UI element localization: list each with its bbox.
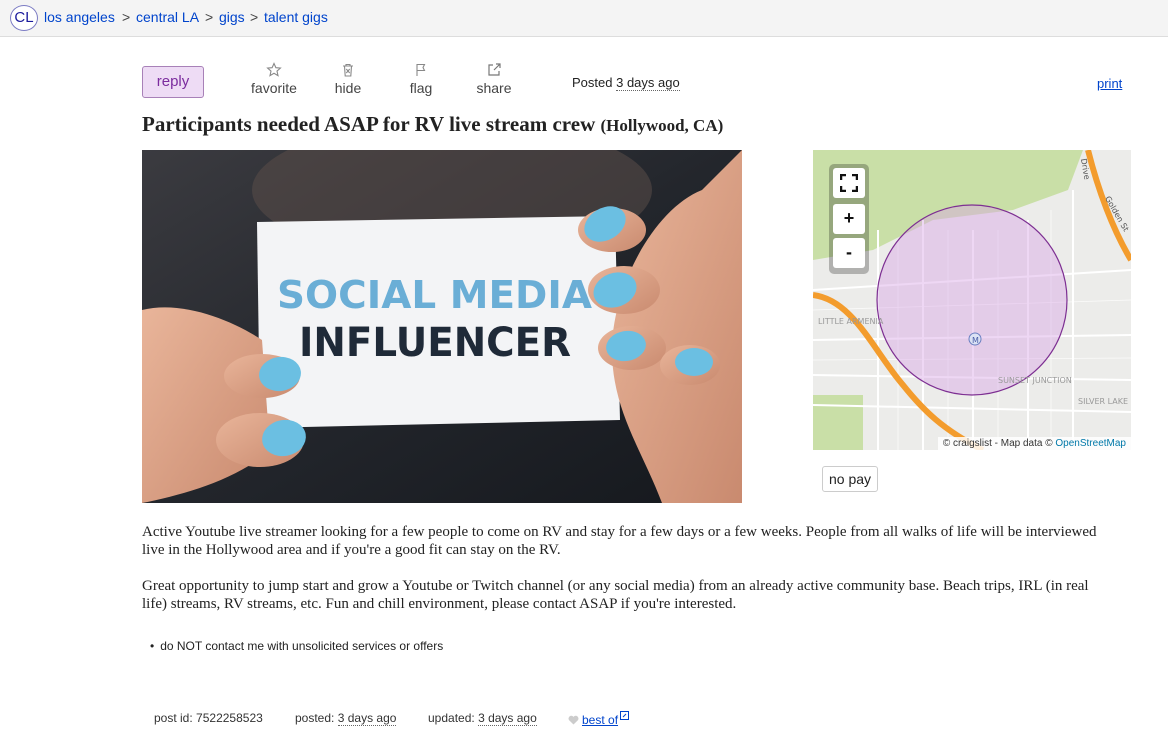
share-icon xyxy=(488,63,501,76)
map-attribution: © craigslist - Map data © OpenStreetMap xyxy=(937,437,1131,450)
fullscreen-button[interactable] xyxy=(833,168,865,198)
footer-posted: posted: 3 days ago xyxy=(295,711,397,726)
flag-icon xyxy=(416,63,426,76)
breadcrumb-separator: > xyxy=(250,9,259,25)
heart-icon xyxy=(568,715,579,725)
notice-text: do NOT contact me with unsolicited servi… xyxy=(160,639,444,653)
breadcrumb-talent-gigs[interactable]: talent gigs xyxy=(264,9,328,25)
share-button[interactable]: share xyxy=(464,62,524,96)
card-text-line-2: INFLUENCER xyxy=(299,320,571,366)
post-location: (Hollywood, CA) xyxy=(600,116,724,135)
card-text-line-1: SOCIAL MEDIA xyxy=(277,273,593,317)
external-link-icon xyxy=(620,711,630,720)
compensation-badge: no pay xyxy=(822,466,879,492)
breadcrumb-separator: > xyxy=(122,9,131,25)
post-body-paragraph-1: Active Youtube live streamer looking for… xyxy=(142,524,1097,558)
breadcrumb: CL los angeles > central LA > gigs > tal… xyxy=(0,0,1168,37)
bullet-icon: • xyxy=(150,639,155,653)
notice-item: • do NOT contact me with unsolicited serv… xyxy=(150,639,443,653)
breadcrumb-los-angeles[interactable]: los angeles xyxy=(44,9,115,25)
reply-button[interactable]: reply xyxy=(142,66,204,98)
influencer-card-illustration: SOCIAL MEDIA INFLUENCER xyxy=(142,150,742,503)
hide-label: hide xyxy=(334,80,362,96)
favorite-label: favorite xyxy=(251,80,297,96)
post-id: post id: 7522258523 xyxy=(154,711,263,725)
page-title: Participants needed ASAP for RV live str… xyxy=(142,112,723,137)
location-map[interactable]: M LITTLE ARMENIA SUNSET JUNCTION SILVER … xyxy=(813,150,1131,450)
posted-info: Posted 3 days ago xyxy=(572,75,680,91)
metro-marker: M xyxy=(972,336,979,345)
print-link[interactable]: print xyxy=(1097,76,1122,91)
openstreetmap-link[interactable]: OpenStreetMap xyxy=(1055,438,1126,449)
flag-button[interactable]: flag xyxy=(391,62,451,96)
craigslist-logo[interactable]: CL xyxy=(10,5,38,31)
zoom-out-button[interactable]: - xyxy=(833,238,865,268)
breadcrumb-gigs[interactable]: gigs xyxy=(219,9,245,25)
post-id-label: post id: xyxy=(154,711,193,725)
trash-x-icon xyxy=(343,63,353,77)
star-icon xyxy=(266,62,282,77)
map-label-silver-lake: SILVER LAKE xyxy=(1078,397,1128,406)
zoom-in-button[interactable]: + xyxy=(833,204,865,234)
best-of-control: best of xyxy=(568,711,630,727)
footer-posted-label: posted: xyxy=(295,711,335,725)
map-controls: + - xyxy=(829,164,869,274)
post-body-paragraph-2: Great opportunity to jump start and grow… xyxy=(142,578,1089,612)
footer-updated-value: 3 days ago xyxy=(478,711,537,726)
map-label-little-armenia: LITTLE ARMENIA xyxy=(818,317,884,326)
posted-time: 3 days ago xyxy=(616,75,680,91)
best-of-link[interactable]: best of xyxy=(582,713,618,727)
hide-button[interactable]: hide xyxy=(318,62,378,96)
footer-updated: updated: 3 days ago xyxy=(428,711,537,726)
post-title: Participants needed ASAP for RV live str… xyxy=(142,112,596,136)
post-id-value: 7522258523 xyxy=(196,711,263,725)
fullscreen-icon xyxy=(839,173,859,193)
breadcrumb-central-la[interactable]: central LA xyxy=(136,9,199,25)
map-credit-text: © craigslist - Map data © xyxy=(942,438,1053,449)
breadcrumb-separator: > xyxy=(205,9,214,25)
map-label-sunset-junction: SUNSET JUNCTION xyxy=(998,376,1072,385)
favorite-button[interactable]: favorite xyxy=(244,62,304,96)
footer-updated-label: updated: xyxy=(428,711,475,725)
post-image[interactable]: SOCIAL MEDIA INFLUENCER xyxy=(142,150,742,503)
share-label: share xyxy=(476,80,512,96)
footer-posted-value: 3 days ago xyxy=(337,711,397,726)
flag-label: flag xyxy=(409,80,433,96)
posted-label: Posted xyxy=(572,75,613,90)
